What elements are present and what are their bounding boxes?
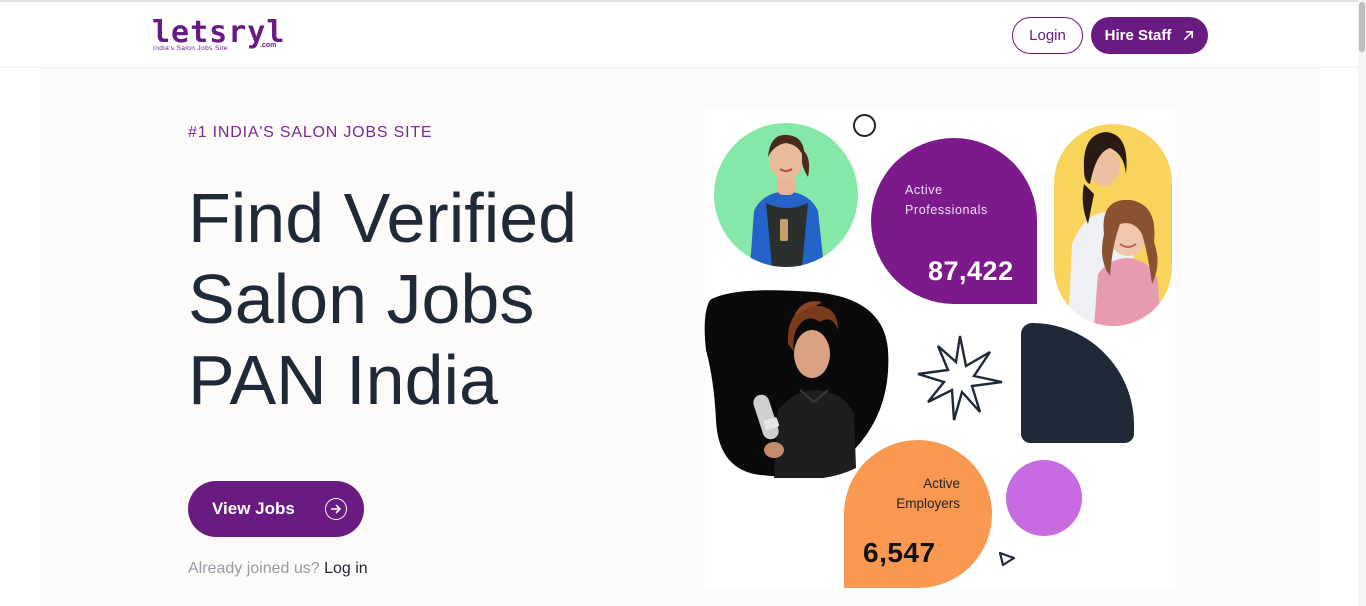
active-professionals-label: Active Professionals [905, 180, 988, 220]
login-button[interactable]: Login [1012, 17, 1083, 54]
arrow-up-right-icon [1184, 31, 1194, 40]
active-employers-count: 6,547 [863, 537, 936, 568]
hero-headline: Find Verified Salon Jobs PAN India [188, 178, 688, 421]
already-joined-text: Already joined us? Log in [188, 560, 368, 578]
active-employers-label: Active Employers [896, 474, 960, 514]
view-jobs-button-label: View Jobs [212, 499, 295, 518]
hair-stylist-photo [704, 290, 889, 478]
active-professionals-count: 87,422 [928, 256, 1014, 286]
hire-staff-button[interactable]: Hire Staff [1091, 17, 1208, 54]
headline-line-1: Find Verified [188, 179, 578, 257]
triangle-outline-icon [998, 551, 1016, 567]
headline-line-2: Salon Jobs [188, 260, 535, 338]
logo-tagline: India's Salon Jobs Site [153, 45, 228, 52]
employers-label-line-1: Active [923, 476, 960, 491]
sparkle-star-icon [917, 335, 1003, 421]
ring-outline-icon [853, 114, 876, 137]
professionals-label-line-2: Professionals [905, 203, 988, 217]
view-jobs-button[interactable]: View Jobs [188, 481, 364, 537]
already-joined-label: Already joined us? [188, 560, 320, 577]
hero-eyebrow: #1 INDIA'S SALON JOBS SITE [188, 124, 433, 141]
stylist-photo [714, 123, 858, 267]
logo-domain: .com [260, 42, 277, 49]
site-logo[interactable]: letsryl India's Salon Jobs Site .com [152, 17, 284, 57]
arrow-right-circle-icon [325, 498, 347, 520]
salon-clients-illustration [1068, 132, 1160, 326]
stylist-illustration [750, 134, 824, 267]
salon-clients-photo [1054, 124, 1172, 326]
site-header: letsryl India's Salon Jobs Site .com Log… [0, 2, 1358, 68]
active-employers-card: Active Employers 6,547 [844, 440, 992, 588]
log-in-link[interactable]: Log in [324, 560, 368, 577]
scrollbar-thumb[interactable] [1359, 2, 1365, 52]
professionals-label-line-1: Active [905, 183, 943, 197]
hire-staff-button-label: Hire Staff [1104, 27, 1172, 44]
active-professionals-card: Active Professionals 87,422 [871, 138, 1037, 304]
lilac-circle-shape [1006, 460, 1082, 536]
headline-line-3: PAN India [188, 341, 498, 419]
login-button-label: Login [1029, 27, 1066, 44]
scrollbar-track[interactable] [1358, 0, 1366, 606]
employers-label-line-2: Employers [896, 496, 960, 511]
